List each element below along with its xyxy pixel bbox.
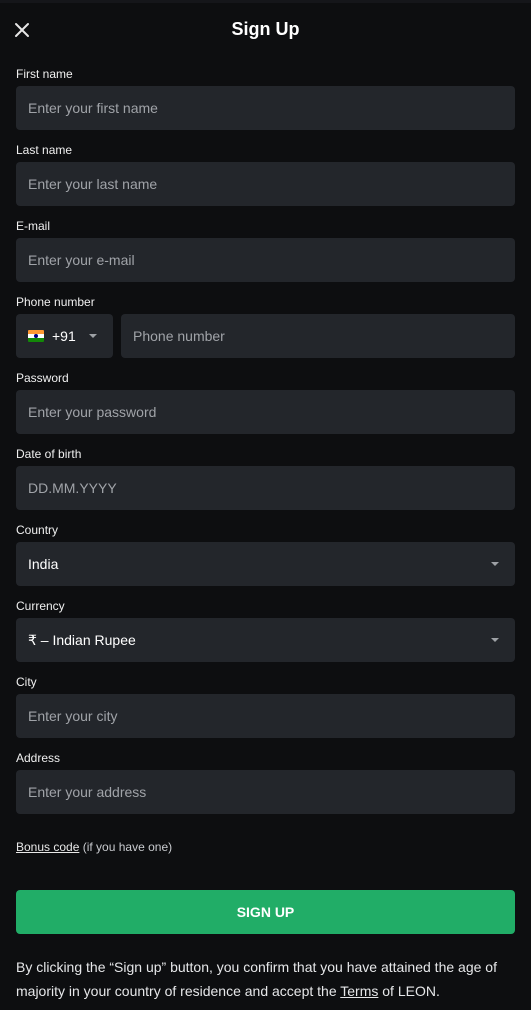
currency-label: Currency bbox=[16, 599, 65, 613]
email-field: E-mail bbox=[16, 218, 515, 282]
sign-up-button[interactable]: SIGN UP bbox=[16, 890, 515, 934]
bonus-code-hint: (if you have one) bbox=[79, 840, 173, 854]
city-field: City bbox=[16, 674, 515, 738]
city-label: City bbox=[16, 675, 37, 689]
chevron-down-icon bbox=[89, 334, 97, 338]
address-input[interactable] bbox=[16, 770, 515, 814]
phone-input[interactable] bbox=[121, 314, 515, 358]
address-label: Address bbox=[16, 751, 61, 765]
india-flag-icon bbox=[28, 330, 44, 342]
password-field: Password bbox=[16, 370, 515, 434]
dob-field: Date of birth bbox=[16, 446, 515, 510]
phone-label: Phone number bbox=[16, 295, 95, 309]
password-label: Password bbox=[16, 371, 69, 385]
country-select[interactable]: India bbox=[16, 542, 515, 586]
terms-text: By clicking the “Sign up” button, you co… bbox=[16, 955, 515, 1003]
currency-value: ₹ – Indian Rupee bbox=[28, 631, 136, 648]
terms-after: of LEON. bbox=[378, 983, 440, 999]
chevron-down-icon bbox=[491, 638, 499, 642]
country-value: India bbox=[28, 556, 59, 572]
country-field: Country India bbox=[16, 522, 515, 586]
email-input[interactable] bbox=[16, 238, 515, 282]
phone-field: Phone number +91 bbox=[16, 294, 515, 358]
country-code-value: +91 bbox=[52, 328, 76, 344]
password-input[interactable] bbox=[16, 390, 515, 434]
last-name-field: Last name bbox=[16, 142, 515, 206]
chevron-down-icon bbox=[491, 562, 499, 566]
last-name-input[interactable] bbox=[16, 162, 515, 206]
country-code-select[interactable]: +91 bbox=[16, 314, 113, 358]
currency-field: Currency ₹ – Indian Rupee bbox=[16, 598, 515, 662]
city-input[interactable] bbox=[16, 694, 515, 738]
email-label: E-mail bbox=[16, 219, 51, 233]
country-label: Country bbox=[16, 523, 59, 537]
header: Sign Up bbox=[0, 0, 531, 60]
address-field: Address bbox=[16, 750, 515, 814]
first-name-label: First name bbox=[16, 67, 73, 81]
terms-link[interactable]: Terms bbox=[340, 983, 378, 999]
page-title: Sign Up bbox=[231, 19, 300, 39]
dob-label: Date of birth bbox=[16, 447, 82, 461]
last-name-label: Last name bbox=[16, 143, 73, 157]
bonus-code-row: Bonus code (if you have one) bbox=[16, 840, 172, 854]
currency-select[interactable]: ₹ – Indian Rupee bbox=[16, 618, 515, 662]
first-name-field: First name bbox=[16, 66, 515, 130]
bonus-code-link[interactable]: Bonus code bbox=[16, 840, 79, 854]
first-name-input[interactable] bbox=[16, 86, 515, 130]
dob-input[interactable] bbox=[16, 466, 515, 510]
